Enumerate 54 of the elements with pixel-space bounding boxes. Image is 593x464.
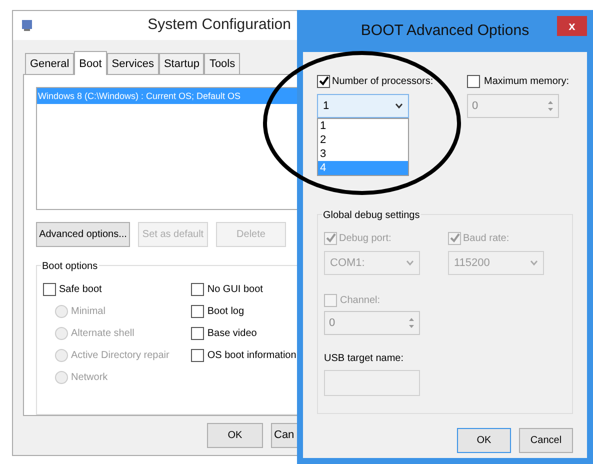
field-value: 0 xyxy=(329,316,336,331)
close-button[interactable]: x xyxy=(557,16,587,36)
field-label: USB target name: xyxy=(324,352,404,366)
chevron-down-icon xyxy=(530,260,538,266)
dropdown-option[interactable]: 2 xyxy=(318,133,408,147)
field-value: 0 xyxy=(472,98,478,114)
checkbox[interactable] xyxy=(191,304,204,318)
option-label: Active Directory repair xyxy=(71,348,170,363)
tab[interactable]: Startup xyxy=(158,53,204,74)
dialog-button[interactable]: Advanced options... xyxy=(36,222,130,248)
dropdown-option[interactable]: 3 xyxy=(318,147,408,161)
checkbox[interactable] xyxy=(448,232,461,244)
usb-target-field[interactable] xyxy=(324,370,420,396)
option-label: Debug port: xyxy=(339,232,392,246)
dropdown[interactable]: 1 xyxy=(317,94,409,118)
dropdown-value: 115200 xyxy=(454,256,490,271)
tab[interactable]: Boot xyxy=(74,51,107,76)
checkbox[interactable] xyxy=(191,282,204,296)
tab[interactable]: General xyxy=(25,53,74,74)
group-title: Boot options xyxy=(41,259,99,274)
option-label: Minimal xyxy=(71,304,106,319)
option-label: Baud rate: xyxy=(463,232,510,246)
option-label: Network xyxy=(71,370,108,385)
checkbox[interactable] xyxy=(191,326,204,340)
dialog-button[interactable]: Can xyxy=(271,423,297,448)
checkbox[interactable] xyxy=(43,282,56,296)
option-label: Alternate shell xyxy=(71,326,134,341)
window-title: System Configuration xyxy=(148,15,291,36)
dropdown-value: 1 xyxy=(323,98,330,114)
option-label: Channel: xyxy=(340,294,380,308)
checkbox[interactable] xyxy=(324,294,337,306)
dropdown-option[interactable]: 1 xyxy=(318,119,408,133)
chevron-down-icon xyxy=(395,103,403,109)
group-title: Global debug settings xyxy=(322,208,421,223)
dialog-title: BOOT Advanced Options xyxy=(360,20,530,41)
dialog-button[interactable]: OK xyxy=(457,428,511,453)
tab[interactable]: Tools xyxy=(204,53,240,74)
option-label: Number of processors: xyxy=(332,74,434,88)
checkbox[interactable] xyxy=(191,348,204,362)
option-label: Maximum memory: xyxy=(484,74,570,88)
option-label: Base video xyxy=(207,326,257,341)
option-label: No GUI boot xyxy=(207,282,263,297)
dropdown-value: COM1: xyxy=(330,256,365,271)
option-label: Safe boot xyxy=(59,282,102,297)
checkbox[interactable] xyxy=(467,74,480,88)
window-app-icon xyxy=(21,19,33,32)
dialog-button[interactable]: OK xyxy=(207,423,263,448)
checkbox[interactable] xyxy=(324,232,337,244)
tab[interactable]: Services xyxy=(106,53,159,74)
dialog-button[interactable]: Cancel xyxy=(519,428,573,453)
option-label: OS boot information xyxy=(207,348,296,363)
option-label: Boot log xyxy=(207,304,244,319)
checkbox[interactable] xyxy=(317,74,330,88)
chevron-down-icon xyxy=(406,260,414,266)
